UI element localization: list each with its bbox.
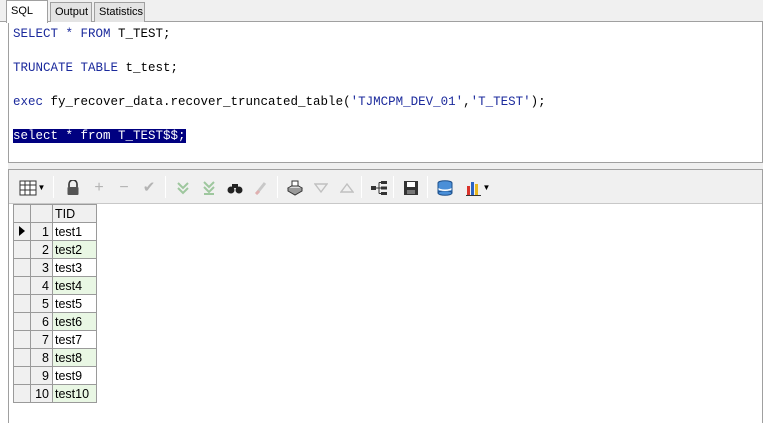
table-row[interactable]: 1 test1 — [13, 222, 97, 241]
toolbar-separator — [165, 176, 166, 198]
table-row[interactable]: 9 test9 — [13, 366, 97, 385]
results-pane: ▼ + − ✔ ▼ TID 1 test1 2 test2 3 test3 4 … — [8, 170, 763, 423]
splitter[interactable] — [8, 162, 763, 170]
cell-tid[interactable]: test3 — [52, 258, 97, 277]
sql-keyword: TRUNCATE TABLE — [13, 61, 119, 75]
grid-corner — [13, 204, 31, 223]
row-number: 7 — [30, 330, 53, 349]
table-row[interactable]: 7 test7 — [13, 330, 97, 349]
print-icon[interactable] — [285, 178, 305, 198]
table-row[interactable]: 4 test4 — [13, 276, 97, 295]
sql-text: fy_recover_data.recover_truncated_table( — [43, 95, 351, 109]
sql-editor[interactable]: SELECT * FROM T_TEST; TRUNCATE TABLE t_t… — [8, 22, 763, 162]
find-icon[interactable] — [225, 178, 245, 198]
cell-tid[interactable]: test1 — [52, 222, 97, 241]
tab-statistics[interactable]: Statistics — [94, 2, 145, 22]
row-indicator[interactable] — [13, 258, 31, 277]
cell-tid[interactable]: test5 — [52, 294, 97, 313]
filter-icon[interactable] — [311, 178, 331, 198]
row-number: 8 — [30, 348, 53, 367]
sql-text: ); — [530, 95, 546, 109]
row-indicator[interactable] — [13, 312, 31, 331]
tab-output[interactable]: Output — [50, 2, 92, 22]
clear-icon[interactable] — [251, 178, 271, 198]
table-row[interactable]: 5 test5 — [13, 294, 97, 313]
sort-icon[interactable] — [337, 178, 357, 198]
row-number: 9 — [30, 366, 53, 385]
table-row[interactable]: 8 test8 — [13, 348, 97, 367]
table-row[interactable]: 3 test3 — [13, 258, 97, 277]
post-changes-icon[interactable]: ✔ — [139, 178, 159, 198]
row-indicator[interactable] — [13, 330, 31, 349]
toolbar-separator — [393, 176, 394, 198]
chart-icon[interactable]: ▼ — [461, 178, 495, 198]
cell-tid[interactable]: test10 — [52, 384, 97, 403]
toolbar-separator — [427, 176, 428, 198]
sql-line-1: SELECT * FROM T_TEST; — [13, 26, 171, 42]
row-indicator[interactable] — [13, 276, 31, 295]
row-number: 6 — [30, 312, 53, 331]
grid-header-row: TID — [13, 204, 97, 223]
delete-record-icon[interactable]: − — [114, 178, 134, 198]
toolbar-separator — [53, 176, 54, 198]
next-page-icon[interactable] — [173, 178, 193, 198]
table-row[interactable]: 6 test6 — [13, 312, 97, 331]
tab-sql[interactable]: SQL — [6, 0, 48, 23]
sql-text: , — [463, 95, 471, 109]
sql-line-3: exec fy_recover_data.recover_truncated_t… — [13, 94, 546, 110]
row-number: 1 — [30, 222, 53, 241]
row-indicator[interactable] — [13, 366, 31, 385]
row-number: 10 — [30, 384, 53, 403]
cell-tid[interactable]: test2 — [52, 240, 97, 259]
column-header-tid[interactable]: TID — [52, 204, 97, 223]
sql-selected-text[interactable]: select * from T_TEST$$; — [13, 129, 186, 143]
query-tree-icon[interactable] — [369, 178, 389, 198]
current-row-arrow-icon — [19, 226, 25, 236]
grid-layout-icon[interactable]: ▼ — [15, 178, 49, 198]
toolbar-separator — [277, 176, 278, 198]
last-page-icon[interactable] — [199, 178, 219, 198]
save-icon[interactable] — [401, 178, 421, 198]
cell-tid[interactable]: test7 — [52, 330, 97, 349]
sql-text: T_TEST; — [110, 27, 171, 41]
sql-line-4: select * from T_TEST$$; — [13, 128, 186, 144]
cell-tid[interactable]: test4 — [52, 276, 97, 295]
row-indicator[interactable] — [13, 384, 31, 403]
sql-string: 'T_TEST' — [470, 95, 531, 109]
tab-bar: SQL Output Statistics — [0, 0, 763, 23]
lock-icon[interactable] — [63, 178, 83, 198]
row-number: 3 — [30, 258, 53, 277]
toolbar-separator — [361, 176, 362, 198]
row-indicator[interactable] — [13, 294, 31, 313]
table-row[interactable]: 2 test2 — [13, 240, 97, 259]
cell-tid[interactable]: test8 — [52, 348, 97, 367]
add-record-icon[interactable]: + — [89, 178, 109, 198]
cell-tid[interactable]: test9 — [52, 366, 97, 385]
row-indicator[interactable] — [13, 240, 31, 259]
row-number: 4 — [30, 276, 53, 295]
row-indicator[interactable] — [13, 348, 31, 367]
table-row[interactable]: 10 test10 — [13, 384, 97, 403]
result-grid: TID 1 test1 2 test2 3 test3 4 test4 5 test5 6 test6… — [13, 204, 97, 403]
sql-keyword: exec — [13, 95, 44, 109]
row-indicator[interactable] — [13, 222, 31, 241]
grid-corner — [30, 204, 53, 223]
row-number: 5 — [30, 294, 53, 313]
sql-line-2: TRUNCATE TABLE t_test; — [13, 60, 178, 76]
row-number: 2 — [30, 240, 53, 259]
cell-tid[interactable]: test6 — [52, 312, 97, 331]
sql-string: 'TJMCPM_DEV_01' — [350, 95, 464, 109]
sql-text: t_test; — [118, 61, 179, 75]
sql-keyword: SELECT * FROM — [13, 27, 111, 41]
export-icon[interactable] — [435, 178, 455, 198]
results-toolbar: ▼ + − ✔ ▼ — [9, 170, 762, 204]
